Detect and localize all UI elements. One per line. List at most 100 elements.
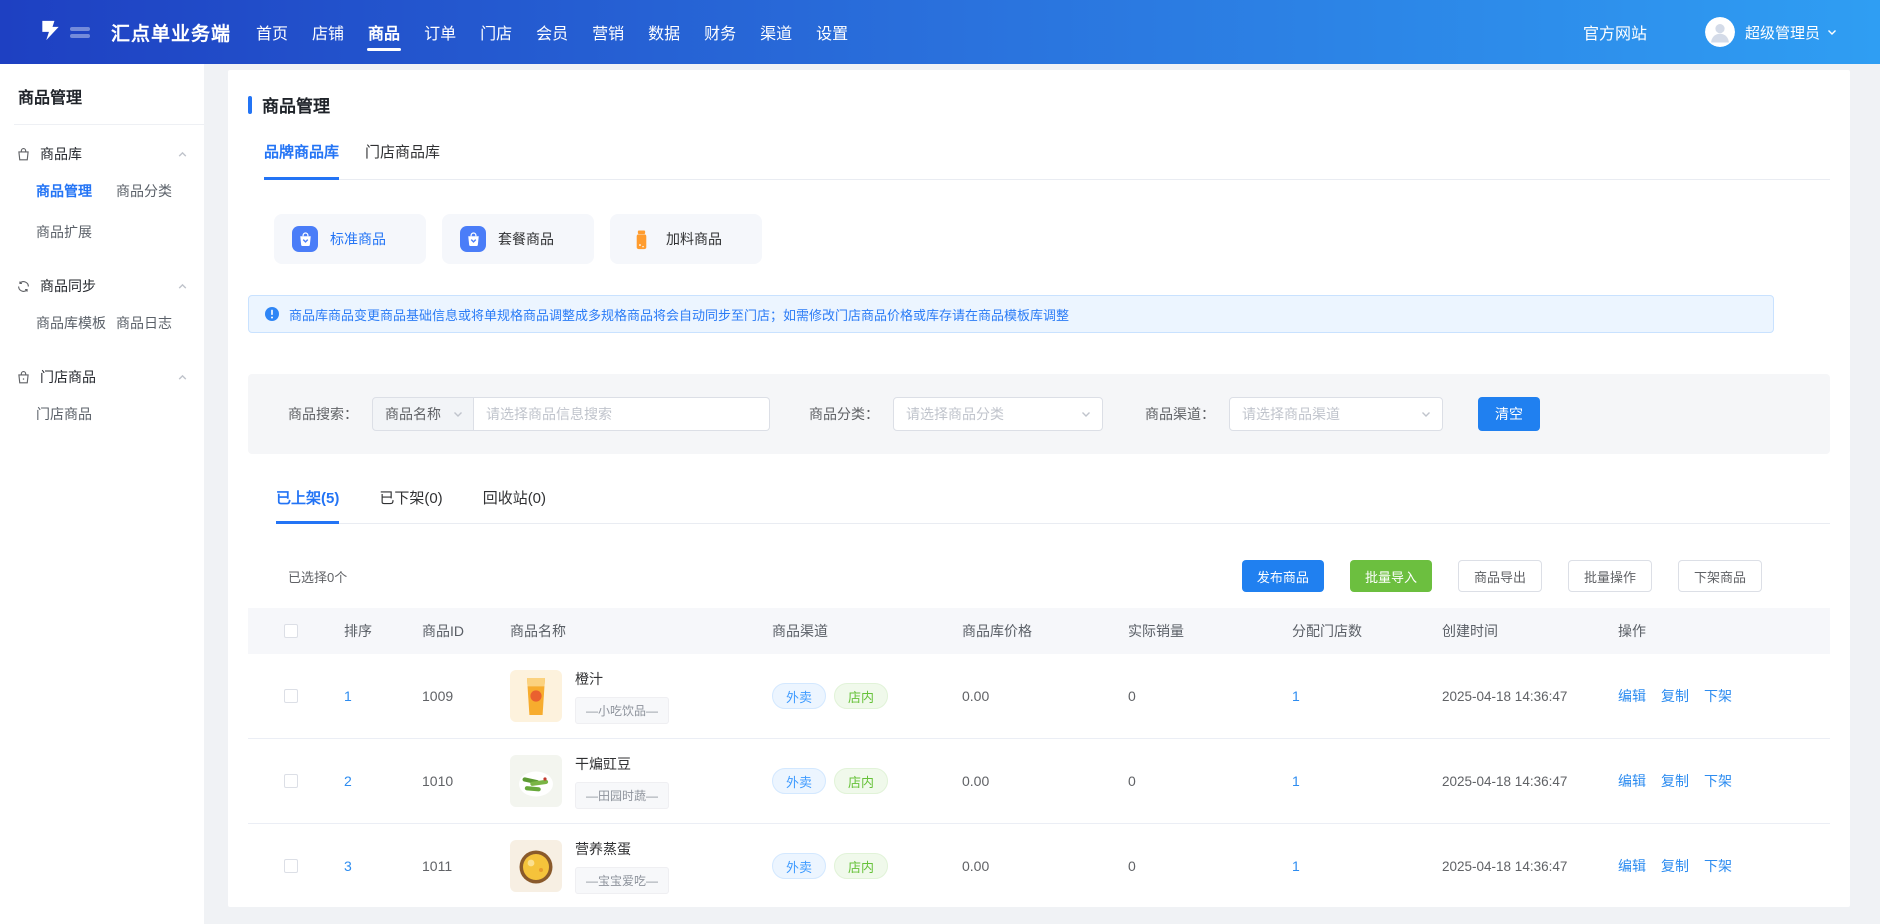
nav-item-home[interactable]: 首页 <box>255 0 289 64</box>
title-accent-bar <box>248 96 252 114</box>
assigned-stores-link[interactable]: 1 <box>1292 688 1442 704</box>
search-label: 商品搜索： <box>288 404 358 424</box>
nav-item-product[interactable]: 商品 <box>367 0 401 64</box>
product-category-tag: —田园时蔬— <box>575 782 669 809</box>
assigned-stores-link[interactable]: 1 <box>1292 773 1442 789</box>
type-card-standard[interactable]: 标准商品 <box>274 214 426 264</box>
status-tabs: 已上架(5) 已下架(0) 回收站(0) <box>276 487 1830 524</box>
edit-link[interactable]: 编辑 <box>1618 771 1646 791</box>
category-select[interactable]: 请选择商品分类 <box>893 397 1103 431</box>
sidebar-item-product-category[interactable]: 商品分类 <box>116 181 188 201</box>
tab-off-shelf[interactable]: 已下架(0) <box>379 487 442 523</box>
sync-notice-banner: 商品库商品变更商品基础信息或将单规格商品调整成多规格商品将会自动同步至门店；如需… <box>248 295 1774 333</box>
selection-count: 已选择0个 <box>288 567 347 586</box>
brand-logo[interactable]: 汇点单业务端 <box>38 18 231 46</box>
row-checkbox[interactable] <box>284 774 298 788</box>
sidebar-item-library-template[interactable]: 商品库模板 <box>36 313 116 333</box>
created-time: 2025-04-18 14:36:47 <box>1442 689 1618 704</box>
edit-link[interactable]: 编辑 <box>1618 686 1646 706</box>
tab-on-shelf[interactable]: 已上架(5) <box>276 487 339 524</box>
chevron-up-icon <box>177 372 188 383</box>
take-down-button[interactable]: 下架商品 <box>1678 560 1762 592</box>
sidebar-group-store-product: 门店商品 门店商品 <box>16 367 188 424</box>
edit-link[interactable]: 编辑 <box>1618 856 1646 876</box>
take-down-link[interactable]: 下架 <box>1704 771 1732 791</box>
filter-panel: 商品搜索： 商品名称 商品分类： 请选择商品分类 <box>248 374 1830 454</box>
tab-brand-library[interactable]: 品牌商品库 <box>264 141 339 180</box>
sidebar-group-items: 门店商品 <box>36 404 188 424</box>
info-icon <box>264 306 280 322</box>
category-label: 商品分类： <box>809 404 879 424</box>
product-category-tag: —小吃饮品— <box>575 697 669 724</box>
type-card-label: 套餐商品 <box>498 229 554 249</box>
take-down-link[interactable]: 下架 <box>1704 856 1732 876</box>
navbar-right: 官方网站 超级管理员 <box>1583 17 1838 47</box>
sidebar-group-items: 商品管理 商品分类 商品扩展 <box>36 181 188 242</box>
product-name: 干煸豇豆 <box>575 754 631 774</box>
nav-item-data[interactable]: 数据 <box>647 0 681 64</box>
clear-button[interactable]: 清空 <box>1478 397 1540 431</box>
nav-item-finance[interactable]: 财务 <box>703 0 737 64</box>
select-all-checkbox[interactable] <box>284 624 298 638</box>
user-avatar-icon[interactable] <box>1705 17 1735 47</box>
sidebar-group-label: 门店商品 <box>40 367 96 387</box>
type-card-combo[interactable]: 套餐商品 <box>442 214 594 264</box>
sidebar-item-product-manage[interactable]: 商品管理 <box>36 181 116 201</box>
sidebar-item-store-product[interactable]: 门店商品 <box>36 404 116 424</box>
sidebar-group-product-library: 商品库 商品管理 商品分类 商品扩展 <box>16 144 188 242</box>
created-time: 2025-04-18 14:36:47 <box>1442 859 1618 874</box>
main-area: 商品管理 品牌商品库 门店商品库 标准商品 套餐商品 <box>204 64 1880 924</box>
chevron-down-icon[interactable] <box>1826 26 1838 38</box>
nav-item-shop[interactable]: 店铺 <box>311 0 345 64</box>
divider <box>14 124 204 125</box>
channel-select[interactable]: 请选择商品渠道 <box>1229 397 1443 431</box>
official-site-link[interactable]: 官方网站 <box>1583 20 1647 44</box>
row-checkbox[interactable] <box>284 689 298 703</box>
search-field-select[interactable]: 商品名称 <box>372 397 474 431</box>
copy-link[interactable]: 复制 <box>1661 856 1689 876</box>
product-table: 排序 商品ID 商品名称 商品渠道 商品库价格 实际销量 分配门店数 创建时间 … <box>248 608 1830 907</box>
username-label[interactable]: 超级管理员 <box>1745 22 1820 43</box>
sort-link[interactable]: 1 <box>344 688 422 704</box>
top-navbar: 汇点单业务端 首页 店铺 商品 订单 门店 会员 营销 数据 财务 渠道 设置 … <box>0 0 1880 64</box>
nav-item-settings[interactable]: 设置 <box>815 0 849 64</box>
sort-link[interactable]: 2 <box>344 773 422 789</box>
sidebar-group-header-store-product[interactable]: 门店商品 <box>16 367 188 387</box>
sidebar-item-product-log[interactable]: 商品日志 <box>116 313 188 333</box>
tab-recycle-bin[interactable]: 回收站(0) <box>483 487 546 523</box>
product-sales: 0 <box>1128 773 1292 789</box>
sidebar-item-product-extend[interactable]: 商品扩展 <box>36 222 116 242</box>
tab-store-library[interactable]: 门店商品库 <box>365 141 440 179</box>
export-product-button[interactable]: 商品导出 <box>1458 560 1542 592</box>
copy-link[interactable]: 复制 <box>1661 771 1689 791</box>
product-id: 1009 <box>422 688 510 704</box>
product-price: 0.00 <box>962 688 1128 704</box>
product-image <box>510 755 562 807</box>
created-time: 2025-04-18 14:36:47 <box>1442 774 1618 789</box>
nav-item-member[interactable]: 会员 <box>535 0 569 64</box>
channel-tag-takeout: 外卖 <box>772 853 826 879</box>
sidebar-group-items: 商品库模板 商品日志 <box>36 313 188 333</box>
batch-operate-button[interactable]: 批量操作 <box>1568 560 1652 592</box>
assigned-stores-link[interactable]: 1 <box>1292 858 1442 874</box>
sidebar-group-header-product-library[interactable]: 商品库 <box>16 144 188 164</box>
nav-item-order[interactable]: 订单 <box>423 0 457 64</box>
nav-item-channel[interactable]: 渠道 <box>759 0 793 64</box>
copy-link[interactable]: 复制 <box>1661 686 1689 706</box>
search-input[interactable] <box>474 397 770 431</box>
product-id: 1010 <box>422 773 510 789</box>
nav-item-store[interactable]: 门店 <box>479 0 513 64</box>
take-down-link[interactable]: 下架 <box>1704 686 1732 706</box>
sidebar: 商品管理 商品库 商品管理 商品分类 商品扩展 <box>0 64 204 924</box>
sidebar-group-product-sync: 商品同步 商品库模板 商品日志 <box>16 276 188 333</box>
publish-product-button[interactable]: 发布商品 <box>1242 560 1324 592</box>
bag-icon <box>460 226 486 252</box>
product-name: 橙汁 <box>575 669 603 689</box>
sort-link[interactable]: 3 <box>344 858 422 874</box>
type-card-topping[interactable]: 加料商品 <box>610 214 762 264</box>
nav-item-marketing[interactable]: 营销 <box>591 0 625 64</box>
product-name: 营养蒸蛋 <box>575 839 631 859</box>
batch-import-button[interactable]: 批量导入 <box>1350 560 1432 592</box>
row-checkbox[interactable] <box>284 859 298 873</box>
sidebar-group-header-product-sync[interactable]: 商品同步 <box>16 276 188 296</box>
